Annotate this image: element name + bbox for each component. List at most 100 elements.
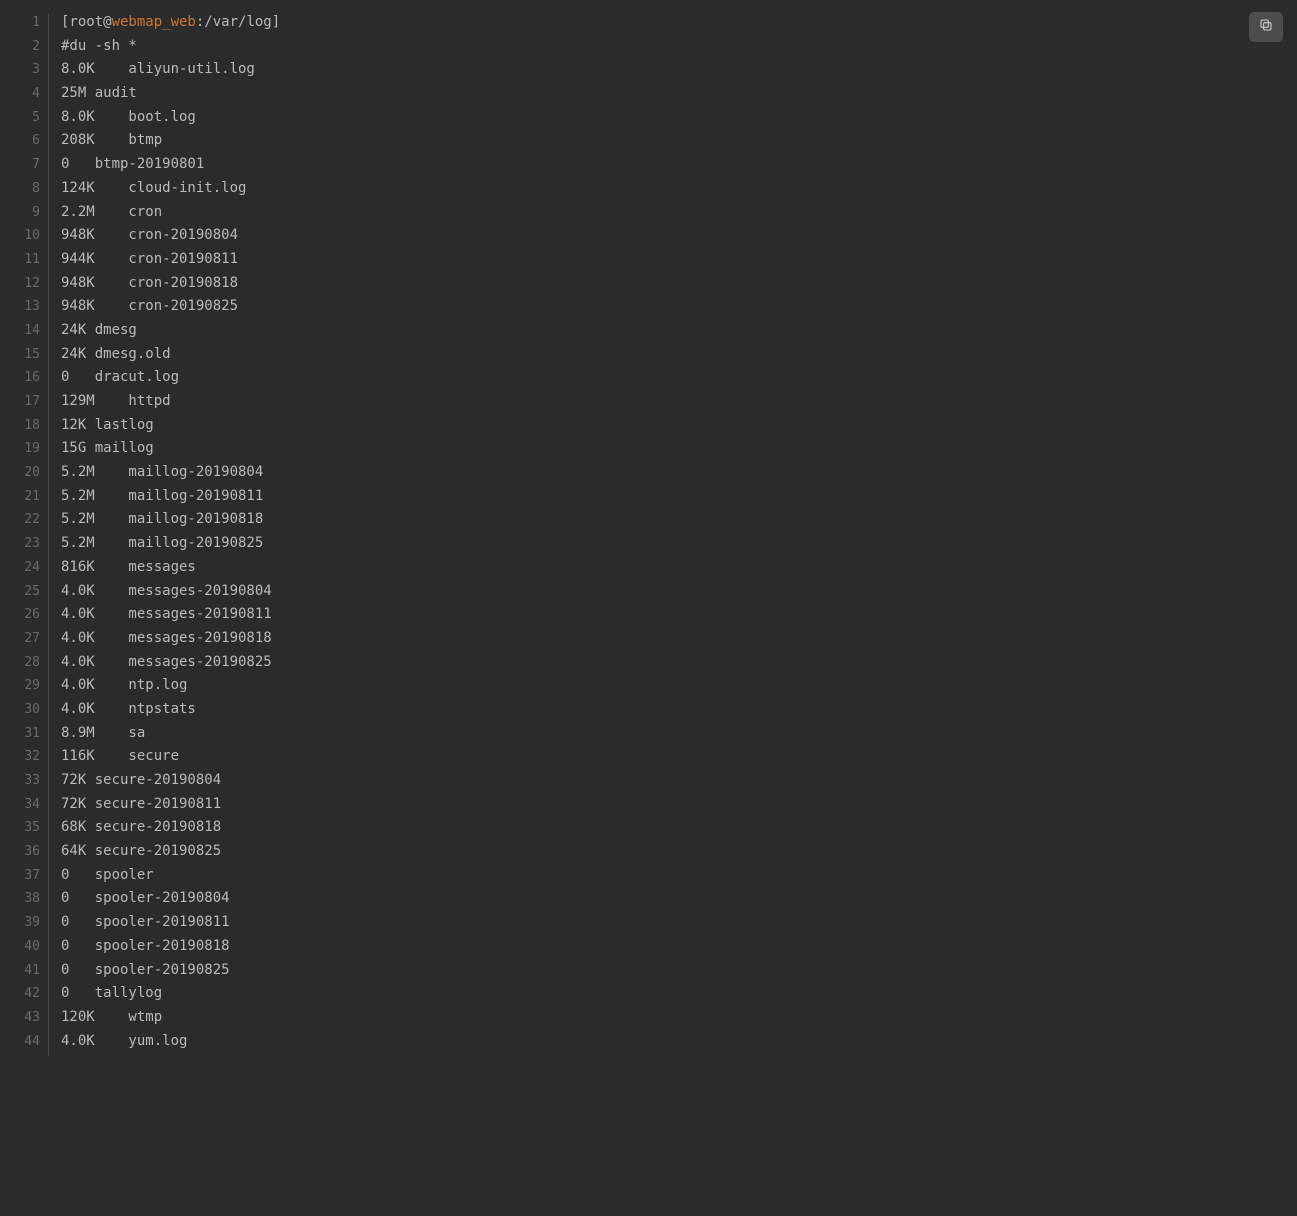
line-number: 7 xyxy=(0,157,48,172)
line-number: 27 xyxy=(0,631,48,646)
line-number: 38 xyxy=(0,891,48,906)
output-line: 208K btmp xyxy=(61,132,162,148)
code-line: 43 120K wtmp xyxy=(0,1009,1297,1033)
code-line: 11944K cron-20190811 xyxy=(0,251,1297,275)
code-line: 1915G maillog xyxy=(0,440,1297,464)
gutter-divider xyxy=(48,322,49,346)
output-line: 120K wtmp xyxy=(61,1009,162,1025)
code-line: 7 0 btmp-20190801 xyxy=(0,156,1297,180)
output-line: 948K cron-20190804 xyxy=(61,227,238,243)
output-line: 72K secure-20190811 xyxy=(61,796,221,812)
output-line: 64K secure-20190825 xyxy=(61,843,221,859)
line-number: 41 xyxy=(0,963,48,978)
code-line: 294.0K ntp.log xyxy=(0,677,1297,701)
code-line: 38.0K aliyun-util.log xyxy=(0,61,1297,85)
output-line: 68K secure-20190818 xyxy=(61,819,221,835)
gutter-divider xyxy=(48,204,49,228)
gutter-divider xyxy=(48,985,49,1009)
code-line: 254.0K messages-20190804 xyxy=(0,583,1297,607)
output-line: 12K lastlog xyxy=(61,417,154,433)
line-number: 23 xyxy=(0,536,48,551)
code-line: 3568K secure-20190818 xyxy=(0,819,1297,843)
code-line: 264.0K messages-20190811 xyxy=(0,606,1297,630)
gutter-divider xyxy=(48,38,49,62)
output-line: 4.0K messages-20190811 xyxy=(61,606,272,622)
gutter-divider xyxy=(48,748,49,772)
output-line: 116K secure xyxy=(61,748,179,764)
line-number: 28 xyxy=(0,655,48,670)
line-number: 32 xyxy=(0,749,48,764)
gutter-divider xyxy=(48,890,49,914)
line-number: 21 xyxy=(0,489,48,504)
gutter-divider xyxy=(48,464,49,488)
output-line: 4.0K ntp.log xyxy=(61,677,187,693)
gutter-divider xyxy=(48,440,49,464)
output-line: 72K secure-20190804 xyxy=(61,772,221,788)
gutter-divider xyxy=(48,559,49,583)
code-line: 92.2M cron xyxy=(0,204,1297,228)
gutter-divider xyxy=(48,701,49,725)
code-line: 1812K lastlog xyxy=(0,417,1297,441)
line-number: 24 xyxy=(0,560,48,575)
output-line: 5.2M maillog-20190804 xyxy=(61,464,263,480)
line-number: 13 xyxy=(0,299,48,314)
code-line: 160 dracut.log xyxy=(0,369,1297,393)
gutter-divider xyxy=(48,725,49,749)
gutter-divider xyxy=(48,156,49,180)
gutter-divider xyxy=(48,14,49,38)
code-line: 370 spooler xyxy=(0,867,1297,891)
code-line: 318.9M sa xyxy=(0,725,1297,749)
output-line: 4.0K messages-20190825 xyxy=(61,654,272,670)
code-line: 215.2M maillog-20190811 xyxy=(0,488,1297,512)
code-line: 400 spooler-20190818 xyxy=(0,938,1297,962)
output-line: 0 spooler-20190811 xyxy=(61,914,230,930)
gutter-divider xyxy=(48,488,49,512)
code-line: 42 0 tallylog xyxy=(0,985,1297,1009)
copy-icon xyxy=(1258,17,1274,37)
code-line: 274.0K messages-20190818 xyxy=(0,630,1297,654)
line-number: 12 xyxy=(0,276,48,291)
gutter-divider xyxy=(48,867,49,891)
prompt-suffix: :/var/log] xyxy=(196,14,280,30)
output-line: 8.0K aliyun-util.log xyxy=(61,61,255,77)
code-line: 20 5.2M maillog-20190804 xyxy=(0,464,1297,488)
code-line: 1524K dmesg.old xyxy=(0,346,1297,370)
gutter-divider xyxy=(48,180,49,204)
code-line: 235.2M maillog-20190825 xyxy=(0,535,1297,559)
line-number: 4 xyxy=(0,86,48,101)
line-number: 43 xyxy=(0,1010,48,1025)
gutter-divider xyxy=(48,583,49,607)
gutter-divider xyxy=(48,819,49,843)
gutter-divider xyxy=(48,132,49,156)
code-line: 8124K cloud-init.log xyxy=(0,180,1297,204)
copy-button[interactable] xyxy=(1249,12,1283,42)
gutter-divider xyxy=(48,417,49,441)
gutter-divider xyxy=(48,772,49,796)
output-line: 5.2M maillog-20190818 xyxy=(61,511,263,527)
line-number: 1 xyxy=(0,15,48,30)
output-line: 948K cron-20190825 xyxy=(61,298,238,314)
line-number: 42 xyxy=(0,986,48,1001)
output-line: 0 btmp-20190801 xyxy=(61,156,204,172)
gutter-divider xyxy=(48,251,49,275)
gutter-divider xyxy=(48,1033,49,1057)
code-line: 1424K dmesg xyxy=(0,322,1297,346)
code-line: 225.2M maillog-20190818 xyxy=(0,511,1297,535)
output-line: 0 tallylog xyxy=(61,985,162,1001)
gutter-divider xyxy=(48,654,49,678)
gutter-divider xyxy=(48,938,49,962)
line-number: 16 xyxy=(0,370,48,385)
command-line: #du -sh * xyxy=(61,38,137,54)
output-line: 15G maillog xyxy=(61,440,154,456)
line-number: 20 xyxy=(0,465,48,480)
gutter-divider xyxy=(48,61,49,85)
code-line: 380 spooler-20190804 xyxy=(0,890,1297,914)
gutter-divider xyxy=(48,369,49,393)
output-line: 0 spooler xyxy=(61,867,154,883)
code-line: 1[root@webmap_web:/var/log] xyxy=(0,14,1297,38)
code-line: 444.0K yum.log xyxy=(0,1033,1297,1057)
output-line: 816K messages xyxy=(61,559,196,575)
output-line: 4.0K messages-20190804 xyxy=(61,583,272,599)
output-line: 944K cron-20190811 xyxy=(61,251,238,267)
prompt-prefix: [root@ xyxy=(61,14,112,30)
